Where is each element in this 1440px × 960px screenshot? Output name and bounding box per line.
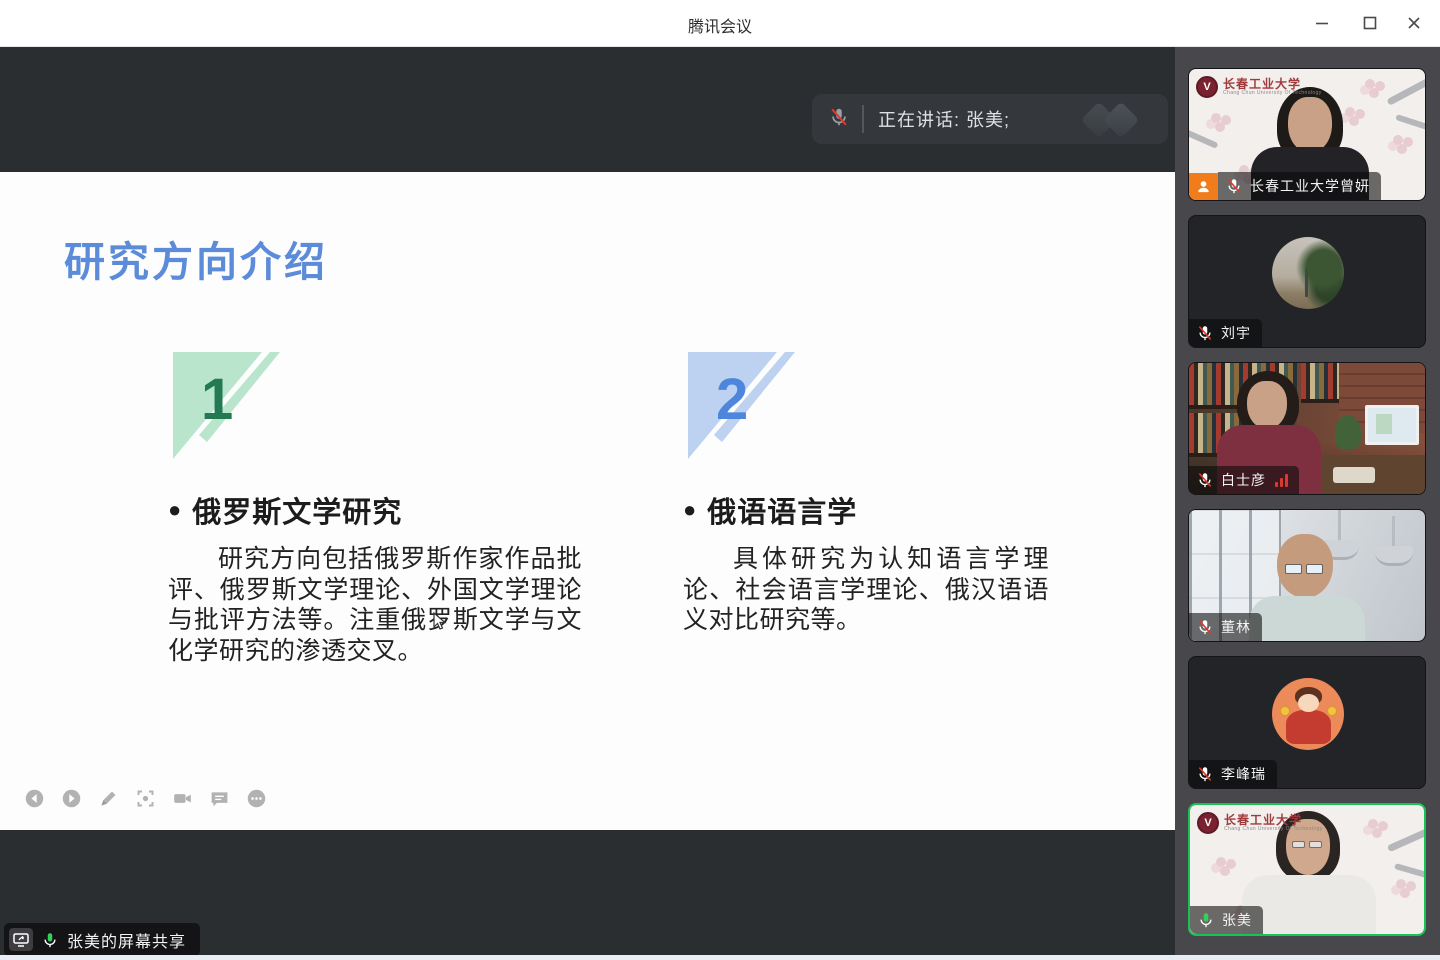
- titlebar: 腾讯会议: [0, 0, 1440, 47]
- chat-icon[interactable]: [209, 788, 230, 809]
- section-heading-1: ● 俄罗斯文学研究: [168, 489, 582, 531]
- screen-share-status: 张美的屏幕共享: [4, 923, 200, 956]
- mic-muted-icon: [1196, 765, 1214, 783]
- name-badge: 白士彦: [1189, 466, 1299, 494]
- close-button[interactable]: [1398, 8, 1430, 38]
- maximize-icon: [1362, 15, 1378, 31]
- member-badge-icon: [1189, 173, 1218, 200]
- participant-name: 长春工业大学曾妍: [1250, 176, 1370, 196]
- divider: [862, 105, 864, 133]
- participants-panel: V 长春工业大学 Chang Chun University Of Techno…: [1175, 47, 1440, 956]
- participant-tile-baishiyan[interactable]: 白士彦: [1188, 362, 1426, 495]
- participant-name: 张美: [1222, 910, 1252, 930]
- university-seal-icon: V: [1197, 812, 1219, 834]
- network-signal-icon: [1275, 473, 1288, 487]
- share-status-label: 张美的屏幕共享: [67, 928, 186, 952]
- glasses: [1285, 564, 1323, 574]
- mic-active-icon: [1197, 911, 1215, 929]
- slide-title: 研究方向介绍: [64, 228, 328, 288]
- close-icon: [1406, 15, 1422, 31]
- participant-tile-liuyu[interactable]: 刘宇: [1188, 215, 1426, 348]
- previous-slide-icon[interactable]: [24, 788, 45, 809]
- participant-tile-zhangmei-speaking[interactable]: V 长春工业大学 Chang Chun University Of Techno…: [1188, 803, 1426, 936]
- slide-section-1: 1 ● 俄罗斯文学研究 研究方向包括俄罗斯作家作品批评、俄罗斯文学理论、外国文学…: [168, 352, 582, 666]
- presenter-toolbar: [24, 788, 267, 809]
- participant-tile-zengyan[interactable]: V 长春工业大学 Chang Chun University Of Techno…: [1188, 68, 1426, 201]
- name-badge: 张美: [1190, 906, 1263, 934]
- section-number-2: 2: [716, 366, 748, 433]
- mic-muted-icon: [828, 106, 850, 133]
- bullet-icon: ●: [683, 499, 697, 521]
- mouse-cursor: [433, 612, 447, 632]
- minimize-button[interactable]: [1306, 8, 1338, 38]
- name-badge: 刘宇: [1189, 319, 1262, 347]
- participant-name: 李峰瑞: [1221, 764, 1266, 784]
- window-bottom-edge: [0, 955, 1440, 960]
- participant-name: 董林: [1221, 617, 1251, 637]
- avatar: [1272, 237, 1344, 309]
- name-badge: 董林: [1189, 613, 1262, 641]
- app-window: 腾讯会议 正在讲话: 张美; 研究方向介绍: [0, 0, 1440, 960]
- mic-muted-icon: [1225, 177, 1243, 195]
- speaking-label: 正在讲话: 张美;: [878, 106, 1010, 132]
- screen-share-icon: [9, 928, 33, 951]
- name-badge: 长春工业大学曾妍: [1218, 172, 1381, 200]
- share-topbar: 正在讲话: 张美;: [0, 47, 1175, 172]
- annotate-pen-icon[interactable]: [98, 788, 119, 809]
- more-icon[interactable]: [246, 788, 267, 809]
- maximize-button[interactable]: [1354, 8, 1386, 38]
- university-seal-icon: V: [1196, 76, 1218, 98]
- spotlight-icon[interactable]: [135, 788, 156, 809]
- university-logo: V 长春工业大学 Chang Chun University Of Techno…: [1197, 812, 1323, 834]
- mic-muted-icon: [1196, 618, 1214, 636]
- minimize-icon: [1314, 15, 1330, 31]
- flag-shape-1: 1: [173, 352, 280, 467]
- presentation-slide: 研究方向介绍 1 ● 俄罗斯文学研究 研究方向包括俄罗斯作家作品批评、俄罗斯文学…: [0, 172, 1175, 830]
- participant-tile-lifengrui[interactable]: 李峰瑞: [1188, 656, 1426, 789]
- mic-muted-icon: [1196, 324, 1214, 342]
- window-title: 腾讯会议: [0, 13, 1440, 37]
- meeting-logo-watermark: [1080, 103, 1156, 137]
- slide-section-2: 2 ● 俄语语言学 具体研究为认知语言学理论、社会语言学理论、俄汉语语义对比研究…: [683, 352, 1049, 636]
- camera-icon[interactable]: [172, 788, 193, 809]
- university-logo: V 长春工业大学 Chang Chun University Of Techno…: [1196, 76, 1322, 98]
- section-body-2: 具体研究为认知语言学理论、社会语言学理论、俄汉语语义对比研究等。: [683, 544, 1049, 636]
- avatar: [1272, 678, 1344, 750]
- participant-name: 刘宇: [1221, 323, 1251, 343]
- flag-shape-2: 2: [688, 352, 795, 467]
- participant-tile-donglin[interactable]: 董林: [1188, 509, 1426, 642]
- speaking-banner: 正在讲话: 张美;: [812, 94, 1168, 144]
- bullet-icon: ●: [168, 499, 182, 521]
- shared-screen-area: 正在讲话: 张美; 研究方向介绍 1 ● 俄罗斯文学研究: [0, 47, 1175, 956]
- section-heading-2: ● 俄语语言学: [683, 489, 1049, 531]
- section-number-1: 1: [201, 366, 233, 433]
- mic-muted-icon: [1196, 471, 1214, 489]
- name-badge: 李峰瑞: [1189, 760, 1277, 788]
- glasses: [1292, 841, 1322, 848]
- next-slide-icon[interactable]: [61, 788, 82, 809]
- section-body-1: 研究方向包括俄罗斯作家作品批评、俄罗斯文学理论、外国文学理论与批评方法等。注重俄…: [168, 544, 582, 666]
- mic-active-icon: [41, 931, 59, 949]
- participant-name: 白士彦: [1221, 470, 1266, 490]
